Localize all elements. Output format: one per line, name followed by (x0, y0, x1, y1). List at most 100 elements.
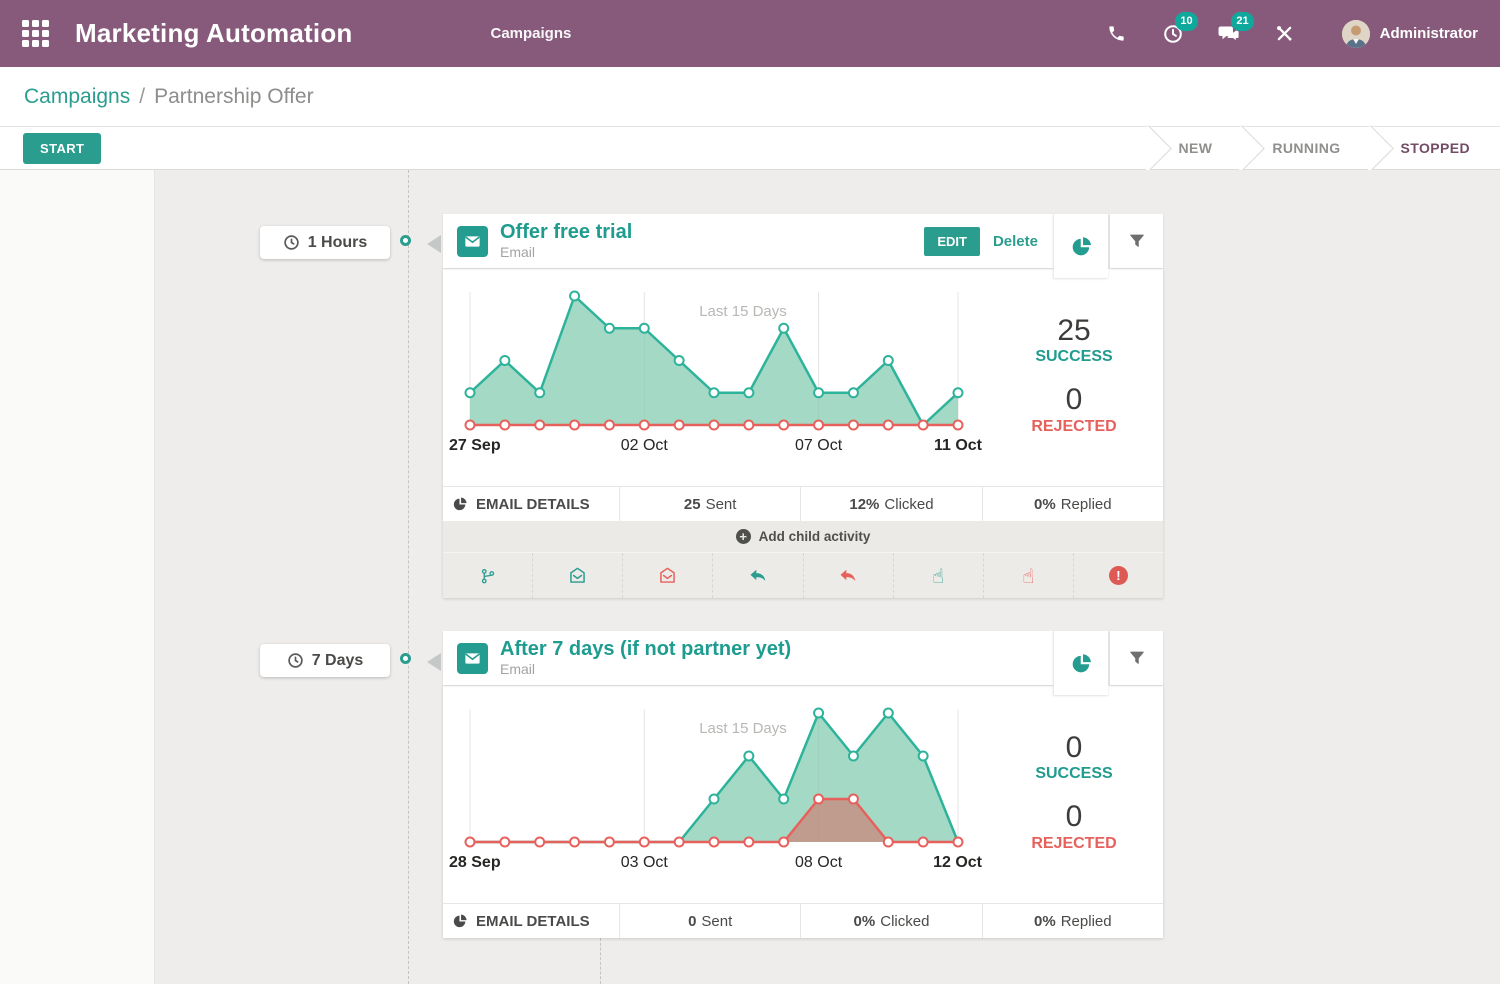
trigger-delay-label: 7 Days (312, 652, 364, 670)
rejected-count: 0 (1066, 383, 1083, 418)
pie-chart-icon (452, 496, 468, 512)
card-arrow-notch-1 (427, 235, 441, 253)
top-navbar: Marketing Automation Campaigns 10 21 Adm… (0, 0, 1500, 67)
activity-card-offer-free-trial: Offer free trial Email EDIT Delete Last … (443, 214, 1163, 598)
graph-tab-pie-icon[interactable] (1053, 214, 1108, 278)
campaign-workflow-canvas: 1 Hours 7 Days Offer free trial Email ED… (0, 170, 1500, 984)
trigger-delay-label: 1 Hours (308, 234, 368, 252)
activity-title[interactable]: After 7 days (if not partner yet) (500, 638, 791, 661)
timeline-node-2[interactable] (400, 653, 411, 664)
activity-type-label: Email (500, 661, 791, 677)
svg-text:11 Oct: 11 Oct (934, 437, 983, 454)
svg-text:Last 15 Days: Last 15 Days (699, 303, 787, 320)
rejected-count: 0 (1066, 800, 1083, 835)
rejected-label[interactable]: REJECTED (1031, 835, 1116, 853)
topbar-right: 10 21 Administrator (1104, 20, 1478, 48)
timeline-node-1[interactable] (400, 235, 411, 246)
mail-not-opened-icon[interactable] (623, 553, 713, 598)
left-margin-strip (0, 170, 155, 984)
user-menu[interactable]: Administrator (1342, 20, 1478, 48)
avatar (1342, 20, 1370, 48)
activity-chart-2: Last 15 Days 28 Sep 03 Oct 08 Oct 12 Oct (443, 686, 985, 904)
sent-metric-cell[interactable]: 0Sent (620, 904, 801, 938)
email-envelope-icon (457, 643, 488, 674)
rejected-label[interactable]: REJECTED (1031, 418, 1116, 436)
app-title: Marketing Automation (75, 18, 352, 49)
breadcrumb-parent-link[interactable]: Campaigns (24, 85, 130, 109)
phone-icon[interactable] (1104, 21, 1130, 47)
breadcrumb: Campaigns / Partnership Offer (0, 67, 1500, 127)
messages-icon[interactable]: 21 (1216, 21, 1242, 47)
activity-card-after-7-days: After 7 days (if not partner yet) Email … (443, 631, 1163, 938)
child-trigger-icons-row: ☝ ☝ (443, 552, 1163, 598)
email-details-cell[interactable]: EMAIL DETAILS (443, 487, 620, 521)
svg-text:12 Oct: 12 Oct (933, 854, 983, 871)
svg-text:07 Oct: 07 Oct (795, 437, 843, 454)
svg-text:Last 15 Days: Last 15 Days (699, 720, 787, 737)
plus-circle-icon (736, 529, 751, 544)
add-child-activity-button[interactable]: Add child activity (443, 521, 1163, 552)
trigger-delay-pill-1[interactable]: 1 Hours (260, 226, 390, 259)
tools-icon[interactable] (1272, 21, 1298, 47)
graph-tab-pie-icon[interactable] (1053, 631, 1108, 695)
start-button[interactable]: START (23, 133, 101, 164)
replied-metric-cell[interactable]: 0%Replied (983, 487, 1163, 521)
child-activity-connector-line (600, 938, 601, 984)
email-metrics-row: EMAIL DETAILS 25Sent 12%Clicked 0%Replie… (443, 486, 1163, 521)
success-label[interactable]: SUCCESS (1035, 765, 1112, 783)
email-details-cell[interactable]: EMAIL DETAILS (443, 904, 620, 938)
nav-menu-campaigns[interactable]: Campaigns (490, 25, 571, 42)
delete-button[interactable]: Delete (993, 233, 1038, 250)
mail-replied-icon[interactable] (713, 553, 803, 598)
activity-stats-row: Last 15 Days 28 Sep 03 Oct 08 Oct 12 Oct 0 S… (443, 685, 1163, 903)
svg-text:03 Oct: 03 Oct (621, 854, 669, 871)
success-count: 0 (1066, 731, 1083, 766)
mail-not-replied-icon[interactable] (804, 553, 894, 598)
svg-text:28 Sep: 28 Sep (449, 854, 501, 871)
area-chart-last-15-days: Last 15 Days 27 Sep 02 Oct 07 Oct 11 Oct (443, 269, 985, 487)
replied-metric-cell[interactable]: 0%Replied (983, 904, 1163, 938)
activities-count-badge: 10 (1175, 12, 1197, 31)
success-label[interactable]: SUCCESS (1035, 348, 1112, 366)
activity-stats-row: Last 15 Days 27 Sep 02 Oct 07 Oct 11 Oct 25 … (443, 268, 1163, 486)
clock-icon (283, 234, 300, 251)
activities-clock-icon[interactable]: 10 (1160, 21, 1186, 47)
svg-text:08 Oct: 08 Oct (795, 854, 843, 871)
email-envelope-icon (457, 226, 488, 257)
apps-menu-icon[interactable] (22, 20, 49, 47)
stage-pipeline: NEW RUNNING STOPPED (1149, 127, 1500, 169)
mail-not-clicked-icon[interactable]: ☝ (984, 553, 1074, 598)
sent-metric-cell[interactable]: 25Sent (620, 487, 801, 521)
action-bar: START NEW RUNNING STOPPED (0, 127, 1500, 170)
messages-count-badge: 21 (1231, 12, 1253, 31)
clicked-metric-cell[interactable]: 12%Clicked (801, 487, 982, 521)
pie-chart-icon (452, 913, 468, 929)
activity-fork-icon[interactable] (443, 553, 533, 598)
success-count: 25 (1057, 314, 1090, 349)
filter-tab-funnel-icon[interactable] (1110, 631, 1163, 685)
activity-kpis: 0 SUCCESS 0 REJECTED (985, 686, 1163, 903)
filter-tab-funnel-icon[interactable] (1110, 214, 1163, 268)
activity-chart-1: Last 15 Days 27 Sep 02 Oct 07 Oct 11 Oct (443, 269, 985, 487)
workflow-timeline-line (408, 170, 409, 984)
breadcrumb-separator: / (139, 85, 145, 109)
edit-button[interactable]: EDIT (924, 227, 980, 256)
breadcrumb-current: Partnership Offer (154, 85, 314, 109)
activity-card-header: After 7 days (if not partner yet) Email (443, 631, 1053, 685)
svg-text:02 Oct: 02 Oct (621, 437, 669, 454)
activity-card-header: Offer free trial Email EDIT Delete (443, 214, 1053, 268)
area-chart-last-15-days: Last 15 Days 28 Sep 03 Oct 08 Oct 12 Oct (443, 686, 985, 904)
clock-icon (287, 652, 304, 669)
svg-text:27 Sep: 27 Sep (449, 437, 501, 454)
activity-type-label: Email (500, 244, 632, 260)
mail-opened-icon[interactable] (533, 553, 623, 598)
activity-title[interactable]: Offer free trial (500, 221, 632, 244)
email-metrics-row: EMAIL DETAILS 0Sent 0%Clicked 0%Replied (443, 903, 1163, 938)
trigger-delay-pill-2[interactable]: 7 Days (260, 644, 390, 677)
mail-bounced-icon[interactable] (1074, 553, 1163, 598)
mail-clicked-icon[interactable]: ☝ (894, 553, 984, 598)
stage-stopped[interactable]: STOPPED (1371, 127, 1500, 169)
clicked-metric-cell[interactable]: 0%Clicked (801, 904, 982, 938)
activity-kpis: 25 SUCCESS 0 REJECTED (985, 269, 1163, 486)
card-arrow-notch-2 (427, 653, 441, 671)
